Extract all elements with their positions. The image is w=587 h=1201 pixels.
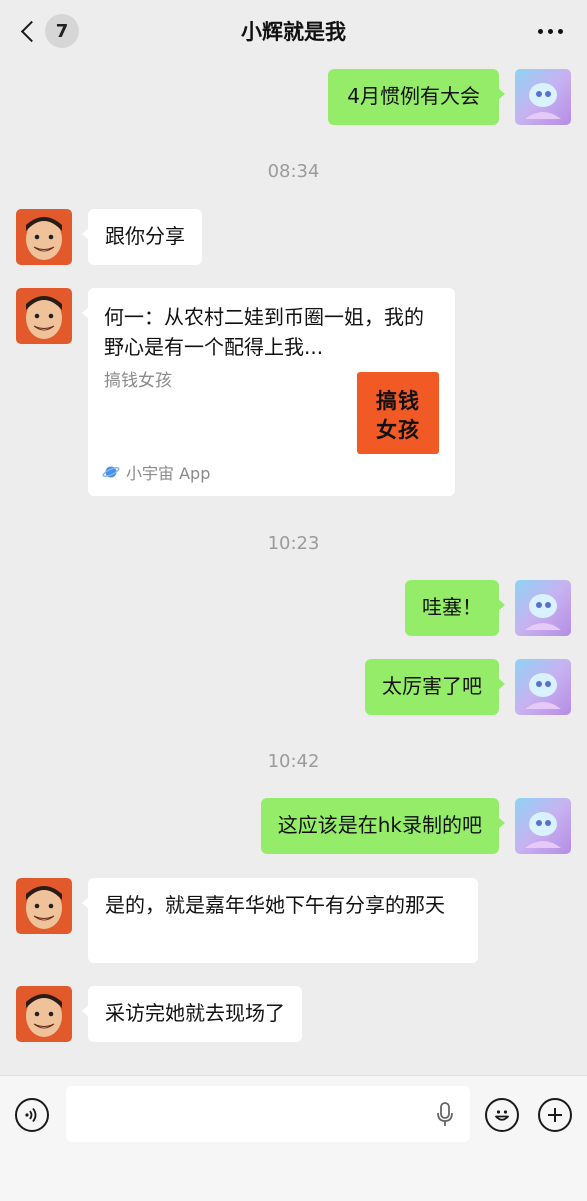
thumbnail-text-line1: 搞钱 [376, 389, 420, 413]
contact-avatar[interactable] [16, 288, 72, 344]
self-avatar[interactable] [515, 798, 571, 854]
plus-icon[interactable] [538, 1098, 572, 1132]
message-input[interactable] [66, 1086, 470, 1142]
self-avatar[interactable] [515, 580, 571, 636]
message-bubble-self[interactable]: 4月惯例有大会 [328, 69, 505, 125]
message-text: 这应该是在hk录制的吧 [277, 813, 482, 837]
planet-icon [102, 466, 120, 478]
contact-avatar[interactable] [16, 986, 72, 1042]
thumbnail-text-line2: 女孩 [376, 418, 420, 442]
chat-header: 7 小辉就是我 [0, 0, 587, 62]
input-bar [0, 1075, 587, 1201]
message-text: 哇塞！ [422, 595, 482, 619]
card-thumbnail: 搞钱 女孩 [357, 372, 439, 454]
voice-icon[interactable] [15, 1098, 49, 1132]
emoji-icon[interactable] [485, 1098, 519, 1132]
timestamp: 10:23 [267, 533, 320, 554]
card-title: 何一：从农村二娃到币圈一姐，我的野心是有一个配得上我... [104, 305, 424, 359]
chat-title: 小辉就是我 [241, 20, 346, 44]
message-bubble-self[interactable]: 哇塞！ [405, 580, 505, 636]
message-bubble-self[interactable]: 这应该是在hk录制的吧 [260, 798, 506, 854]
message-bubble-other[interactable]: 采访完她就去现场了 [82, 986, 302, 1042]
message-bubble-other[interactable]: 跟你分享 [82, 209, 202, 265]
self-avatar[interactable] [515, 69, 571, 125]
message-text: 是的，就是嘉年华她下午有分享的那天 [105, 893, 445, 917]
contact-avatar[interactable] [16, 878, 72, 934]
contact-avatar[interactable] [16, 209, 72, 265]
shared-link-card[interactable]: 何一：从农村二娃到币圈一姐，我的野心是有一个配得上我... 搞钱女孩 搞钱 女孩… [82, 288, 455, 496]
more-options-icon[interactable] [538, 29, 563, 34]
message-bubble-other[interactable]: 是的，就是嘉年华她下午有分享的那天 [82, 878, 478, 963]
card-source-label: 小宇宙 App [126, 464, 211, 483]
self-avatar[interactable] [515, 659, 571, 715]
message-text: 跟你分享 [105, 224, 185, 248]
message-text: 采访完她就去现场了 [105, 1001, 285, 1025]
message-text: 太厉害了吧 [382, 674, 482, 698]
timestamp: 08:34 [267, 161, 320, 182]
message-bubble-self[interactable]: 太厉害了吧 [365, 659, 505, 715]
message-text: 4月惯例有大会 [347, 84, 480, 108]
timestamp: 10:42 [267, 751, 320, 772]
card-source: 小宇宙 App [102, 460, 210, 484]
mic-icon[interactable] [436, 1102, 454, 1128]
